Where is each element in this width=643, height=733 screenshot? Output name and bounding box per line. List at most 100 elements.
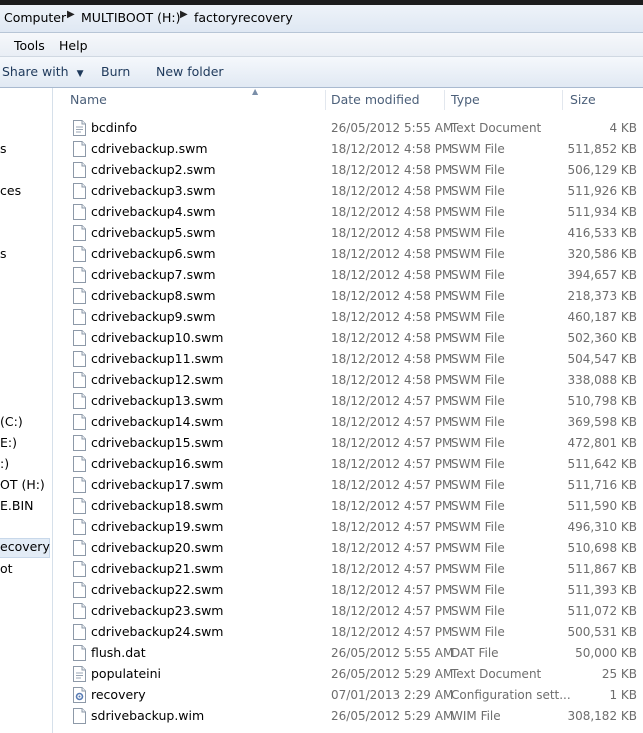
file-icon xyxy=(73,624,86,640)
address-bar[interactable]: Computer ▶ MULTIBOOT (H:) ▶ factoryrecov… xyxy=(0,5,643,33)
file-icon xyxy=(73,351,86,367)
file-row[interactable]: cdrivebackup13.swm 18/12/2012 4:57 PM SWM … xyxy=(62,391,643,412)
column-header-date[interactable]: Date modified xyxy=(331,88,420,112)
file-icon xyxy=(73,477,86,493)
file-name: cdrivebackup21.swm xyxy=(91,561,224,576)
file-row[interactable]: cdrivebackup14.swm 18/12/2012 4:57 PM SWM … xyxy=(62,412,643,433)
file-date-modified: 18/12/2012 4:58 PM xyxy=(331,247,453,261)
file-date-modified: 18/12/2012 4:58 PM xyxy=(331,268,453,282)
column-header-type[interactable]: Type xyxy=(451,88,480,112)
nav-item[interactable]: ot xyxy=(0,561,13,576)
file-row[interactable]: cdrivebackup22.swm 18/12/2012 4:57 PM SWM … xyxy=(62,580,643,601)
file-icon xyxy=(73,603,86,619)
file-row[interactable]: cdrivebackup20.swm 18/12/2012 4:57 PM SWM … xyxy=(62,538,643,559)
nav-item-drive[interactable]: :) xyxy=(0,456,9,471)
breadcrumb-folder[interactable]: factoryrecovery xyxy=(194,10,293,25)
file-row[interactable]: cdrivebackup6.swm 18/12/2012 4:58 PM SWM F… xyxy=(62,244,643,265)
file-row[interactable]: cdrivebackup5.swm 18/12/2012 4:58 PM SWM F… xyxy=(62,223,643,244)
file-row[interactable]: bcdinfo 26/05/2012 5:55 AM Text Document 4 … xyxy=(62,118,643,139)
file-row[interactable]: cdrivebackup18.swm 18/12/2012 4:57 PM SWM … xyxy=(62,496,643,517)
file-date-modified: 18/12/2012 4:57 PM xyxy=(331,583,453,597)
file-date-modified: 18/12/2012 4:57 PM xyxy=(331,541,453,555)
column-divider[interactable] xyxy=(325,90,326,110)
file-date-modified: 18/12/2012 4:58 PM xyxy=(331,310,453,324)
breadcrumb-computer[interactable]: Computer xyxy=(4,10,66,25)
file-date-modified: 18/12/2012 4:58 PM xyxy=(331,289,453,303)
nav-item-factoryrecovery[interactable]: ecovery xyxy=(0,538,50,558)
new-folder-button[interactable]: New folder xyxy=(156,64,224,79)
file-row[interactable]: cdrivebackup11.swm 18/12/2012 4:58 PM SWM … xyxy=(62,349,643,370)
file-row[interactable]: cdrivebackup19.swm 18/12/2012 4:57 PM SWM … xyxy=(62,517,643,538)
file-row[interactable]: cdrivebackup10.swm 18/12/2012 4:58 PM SWM … xyxy=(62,328,643,349)
file-date-modified: 18/12/2012 4:57 PM xyxy=(331,394,453,408)
nav-item[interactable]: ces xyxy=(0,183,21,198)
menu-help[interactable]: Help xyxy=(59,38,88,53)
file-icon xyxy=(73,582,86,598)
file-row[interactable]: cdrivebackup24.swm 18/12/2012 4:57 PM SWM … xyxy=(62,622,643,643)
file-size: 460,187 KB xyxy=(567,310,637,324)
file-icon xyxy=(73,330,86,346)
file-date-modified: 26/05/2012 5:29 AM xyxy=(331,667,454,681)
file-name: cdrivebackup16.swm xyxy=(91,456,224,471)
file-name: cdrivebackup8.swm xyxy=(91,288,216,303)
breadcrumb-separator-icon[interactable]: ▶ xyxy=(67,9,75,20)
nav-item-drive-h[interactable]: OT (H:) xyxy=(0,477,45,492)
file-row[interactable]: cdrivebackup.swm 18/12/2012 4:58 PM SWM Fi… xyxy=(62,139,643,160)
column-header-size[interactable]: Size xyxy=(570,88,596,112)
file-row[interactable]: recovery 07/01/2013 2:29 AM Configuration … xyxy=(62,685,643,706)
file-type: SWM File xyxy=(451,394,505,408)
file-row[interactable]: sdrivebackup.wim 26/05/2012 5:29 AM WIM Fi… xyxy=(62,706,643,727)
file-name: cdrivebackup14.swm xyxy=(91,414,224,429)
nav-item[interactable]: s xyxy=(0,141,7,156)
file-icon xyxy=(73,372,86,388)
breadcrumb-separator-icon[interactable]: ▶ xyxy=(180,9,188,20)
column-divider[interactable] xyxy=(444,90,445,110)
file-name: cdrivebackup15.swm xyxy=(91,435,224,450)
burn-button[interactable]: Burn xyxy=(101,64,130,79)
file-row[interactable]: cdrivebackup12.swm 18/12/2012 4:58 PM SWM … xyxy=(62,370,643,391)
file-size: 511,934 KB xyxy=(567,205,637,219)
nav-item-drive-c[interactable]: (C:) xyxy=(0,414,23,429)
file-name: cdrivebackup22.swm xyxy=(91,582,224,597)
column-header-name[interactable]: Name xyxy=(70,88,107,112)
file-date-modified: 18/12/2012 4:58 PM xyxy=(331,184,453,198)
column-headers: ▲ Name Date modified Type Size xyxy=(62,87,643,112)
file-row[interactable]: cdrivebackup17.swm 18/12/2012 4:57 PM SWM … xyxy=(62,475,643,496)
file-row[interactable]: cdrivebackup3.swm 18/12/2012 4:58 PM SWM F… xyxy=(62,181,643,202)
file-type: SWM File xyxy=(451,562,505,576)
nav-item-drive[interactable]: E:) xyxy=(0,435,17,450)
file-icon xyxy=(73,267,86,283)
file-row[interactable]: cdrivebackup9.swm 18/12/2012 4:58 PM SWM F… xyxy=(62,307,643,328)
file-icon xyxy=(73,288,86,304)
file-date-modified: 18/12/2012 4:57 PM xyxy=(331,436,453,450)
menu-tools[interactable]: Tools xyxy=(14,38,45,53)
file-row[interactable]: cdrivebackup21.swm 18/12/2012 4:57 PM SWM … xyxy=(62,559,643,580)
breadcrumb-drive[interactable]: MULTIBOOT (H:) xyxy=(81,10,181,25)
file-row[interactable]: cdrivebackup16.swm 18/12/2012 4:57 PM SWM … xyxy=(62,454,643,475)
file-row[interactable]: cdrivebackup23.swm 18/12/2012 4:57 PM SWM … xyxy=(62,601,643,622)
nav-item-bin[interactable]: E.BIN xyxy=(0,498,33,513)
file-row[interactable]: cdrivebackup8.swm 18/12/2012 4:58 PM SWM F… xyxy=(62,286,643,307)
file-icon xyxy=(73,225,86,241)
file-type: Configuration sett... xyxy=(451,688,571,702)
file-row[interactable]: flush.dat 26/05/2012 5:55 AM DAT File 50,00… xyxy=(62,643,643,664)
share-with-label: Share with xyxy=(2,64,69,79)
file-icon xyxy=(73,645,86,661)
file-row[interactable]: populateini 26/05/2012 5:29 AM Text Docume… xyxy=(62,664,643,685)
share-with-button[interactable]: Share with ▼ xyxy=(2,64,83,79)
file-type: SWM File xyxy=(451,352,505,366)
file-size: 502,360 KB xyxy=(567,331,637,345)
menu-bar: Tools Help xyxy=(0,33,643,57)
file-type: SWM File xyxy=(451,625,505,639)
file-icon xyxy=(73,456,86,472)
column-divider[interactable] xyxy=(562,90,563,110)
nav-item[interactable]: s xyxy=(0,246,7,261)
file-row[interactable]: cdrivebackup4.swm 18/12/2012 4:58 PM SWM F… xyxy=(62,202,643,223)
file-row[interactable]: cdrivebackup7.swm 18/12/2012 4:58 PM SWM F… xyxy=(62,265,643,286)
navigation-pane[interactable]: s ces s (C:) E:) :) OT (H:) E.BIN ecover… xyxy=(0,88,53,733)
file-date-modified: 18/12/2012 4:58 PM xyxy=(331,331,453,345)
file-row[interactable]: cdrivebackup2.swm 18/12/2012 4:58 PM SWM F… xyxy=(62,160,643,181)
file-row[interactable]: cdrivebackup15.swm 18/12/2012 4:57 PM SWM … xyxy=(62,433,643,454)
file-date-modified: 18/12/2012 4:57 PM xyxy=(331,562,453,576)
file-size: 50,000 KB xyxy=(575,646,637,660)
